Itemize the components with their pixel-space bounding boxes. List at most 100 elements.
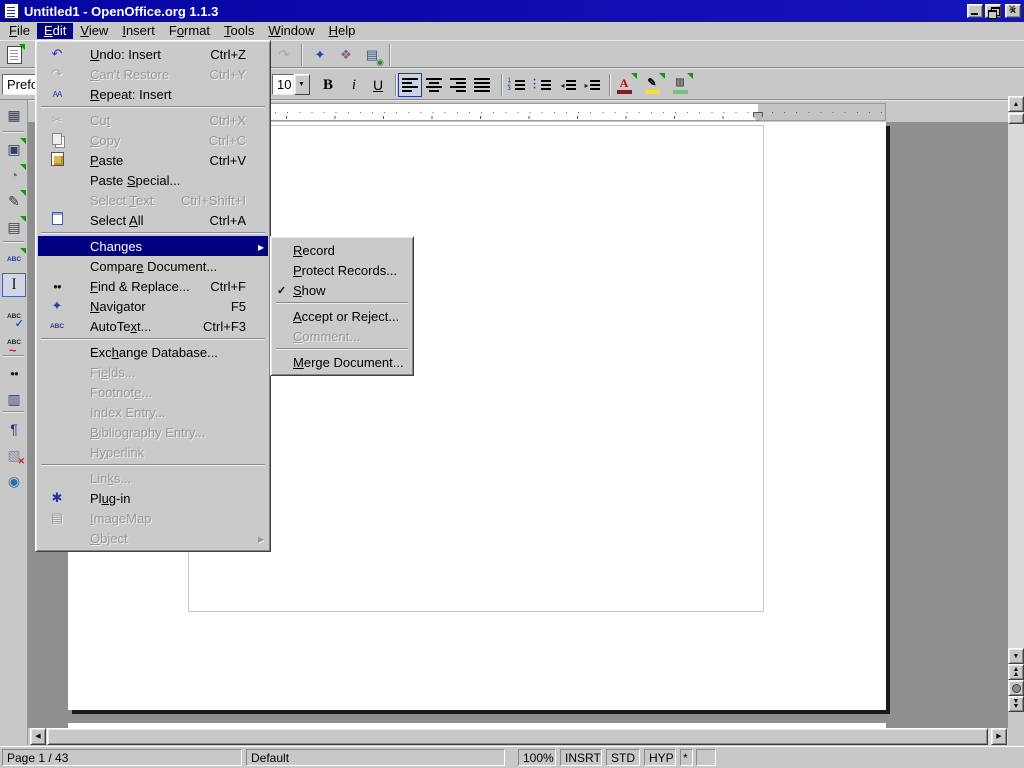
spellcheck-button[interactable]: ABC	[2, 304, 26, 328]
new-document-button[interactable]	[2, 43, 26, 67]
document-close-icon[interactable]: ×	[1005, 1, 1019, 15]
submenu-item-protect-records[interactable]: Protect Records...	[273, 260, 411, 280]
find-button[interactable]: ●●	[2, 361, 26, 385]
menu-item-select-all[interactable]: Select All Ctrl+A	[38, 210, 268, 230]
font-color-button[interactable]: A	[612, 73, 636, 97]
cut-icon: ✂	[42, 112, 72, 128]
menubar-item-insert[interactable]: Insert	[115, 23, 162, 39]
decrease-indent-button[interactable]: ◂	[556, 73, 580, 97]
navigation-button[interactable]	[1008, 680, 1024, 696]
repeat-icon: AA	[42, 90, 72, 99]
insert-table-button[interactable]: ▦	[2, 103, 26, 127]
background-color-button[interactable]: ▥	[668, 73, 692, 97]
submenu-arrow-icon	[256, 531, 264, 546]
main-toolbar: ▦ ▣ ◔ ✎ ▤ ABC I ABC ABC ●● ▥ ¶ ▧ ◉	[0, 100, 28, 745]
status-hyperlink-mode[interactable]: HYP	[644, 749, 676, 766]
menu-item-compare-document[interactable]: Compare Document...	[38, 256, 268, 276]
gallery-icon: ❖	[340, 47, 352, 63]
insert-frame-button[interactable]: ▣	[2, 137, 26, 161]
menu-item-navigator[interactable]: ✦ Navigator F5	[38, 296, 268, 316]
scroll-right-button[interactable]	[991, 728, 1007, 745]
restore-button[interactable]	[985, 4, 1001, 18]
numbered-list-icon: 123	[508, 79, 525, 91]
menu-item-repeat-insert[interactable]: AA Repeat: Insert	[38, 84, 268, 104]
menu-item-find-replace[interactable]: ●● Find & Replace... Ctrl+F	[38, 276, 268, 296]
graphics-on-off-button[interactable]: ▧	[2, 443, 26, 467]
underline-button[interactable]: U	[366, 73, 390, 97]
next-page-button[interactable]	[1008, 696, 1024, 712]
italic-button[interactable]: i	[342, 73, 366, 97]
separator	[609, 74, 611, 96]
numbered-list-button[interactable]: 123	[504, 73, 528, 97]
right-indent-marker[interactable]	[753, 112, 763, 121]
insert-graphics-button[interactable]: ◔	[2, 163, 26, 187]
online-layout-button[interactable]: ◉	[2, 469, 26, 493]
separator	[395, 74, 397, 96]
data-sources-button[interactable]: ▥	[2, 387, 26, 411]
pilcrow-icon: ¶	[10, 421, 18, 437]
menubar-item-edit[interactable]: Edit	[37, 23, 73, 39]
vertical-scrollbar[interactable]	[1008, 96, 1024, 712]
scroll-up-button[interactable]	[1008, 96, 1024, 112]
font-size-combo[interactable]: 10	[272, 74, 294, 95]
navigator-icon: ✦	[42, 298, 72, 314]
menu-item-plug-in[interactable]: ✱ Plug-in	[38, 488, 268, 508]
align-center-button[interactable]	[422, 73, 446, 97]
title-bar[interactable]: Untitled1 - OpenOffice.org 1.1.3 ×	[0, 0, 1024, 22]
submenu-item-merge-document[interactable]: Merge Document...	[273, 352, 411, 372]
menu-item-undo-insert[interactable]: ↶ Undo: Insert Ctrl+Z	[38, 44, 268, 64]
table-icon: ▦	[7, 107, 20, 124]
submenu-item-accept-or-reject[interactable]: Accept or Reject...	[273, 306, 411, 326]
bold-button[interactable]: B	[316, 73, 340, 97]
menubar-item-view[interactable]: View	[73, 23, 115, 39]
justify-button[interactable]	[470, 73, 494, 97]
status-page-style[interactable]: Default	[246, 749, 505, 766]
minimize-button[interactable]	[967, 4, 983, 18]
status-selection-mode[interactable]: STD	[606, 749, 640, 766]
redo-icon: ↷	[279, 47, 290, 63]
menubar-item-format[interactable]: Format	[162, 23, 217, 39]
menu-item-autotext[interactable]: ABC AutoText... Ctrl+F3	[38, 316, 268, 336]
status-bar: Page 1 / 43 Default 100% INSRT STD HYP *	[0, 746, 1024, 768]
web-page-button[interactable]: ▤	[360, 43, 384, 67]
status-insert-mode[interactable]: INSRT	[560, 749, 602, 766]
bullet-list-button[interactable]: •••	[530, 73, 554, 97]
menu-item-paste-special[interactable]: Paste Special...	[38, 170, 268, 190]
insert-autotext-button[interactable]: ABC	[2, 247, 26, 271]
vertical-scroll-thumb[interactable]	[1008, 113, 1024, 124]
previous-page-button[interactable]	[1008, 664, 1024, 680]
menu-item-exchange-database[interactable]: Exchange Database...	[38, 342, 268, 362]
align-left-button[interactable]	[398, 73, 422, 97]
menubar-item-window[interactable]: Window	[261, 23, 321, 39]
globe-icon: ◉	[8, 473, 20, 490]
menu-item-changes[interactable]: Changes	[38, 236, 268, 256]
auto-spellcheck-button[interactable]: ABC	[2, 330, 26, 354]
insert-object-button[interactable]: ✎	[2, 189, 26, 213]
insert-form-button[interactable]: ▤	[2, 215, 26, 239]
horizontal-scrollbar[interactable]	[30, 728, 1008, 745]
font-size-dropdown-icon[interactable]	[294, 74, 310, 95]
menu-item-copy: Copy Ctrl+C	[38, 130, 268, 150]
highlighting-button[interactable]: ✎	[640, 73, 664, 97]
nonprinting-characters-button[interactable]: ¶	[2, 417, 26, 441]
navigator-button[interactable]: ✦	[308, 43, 332, 67]
submenu-item-show[interactable]: Show	[273, 280, 411, 300]
menubar-item-help[interactable]: Help	[322, 23, 363, 39]
status-zoom[interactable]: 100%	[518, 749, 556, 766]
direct-cursor-button[interactable]: I	[2, 273, 26, 297]
menu-bar: File Edit View Insert Format Tools Windo…	[0, 22, 1024, 40]
scroll-down-button[interactable]	[1008, 648, 1024, 664]
horizontal-scroll-thumb[interactable]	[47, 728, 988, 745]
status-page[interactable]: Page 1 / 43	[2, 749, 242, 766]
menubar-item-tools[interactable]: Tools	[217, 23, 261, 39]
scroll-left-button[interactable]	[30, 728, 46, 745]
align-right-button[interactable]	[446, 73, 470, 97]
gallery-button[interactable]: ❖	[334, 43, 358, 67]
application-window: Untitled1 - OpenOffice.org 1.1.3 × File …	[0, 0, 1024, 768]
insert-picture-button[interactable]	[396, 43, 420, 67]
menubar-item-file[interactable]: File	[2, 23, 37, 39]
redo-icon: ↷	[42, 66, 72, 82]
increase-indent-button[interactable]: ▸	[580, 73, 604, 97]
submenu-item-record[interactable]: Record	[273, 240, 411, 260]
menu-item-paste[interactable]: Paste Ctrl+V	[38, 150, 268, 170]
